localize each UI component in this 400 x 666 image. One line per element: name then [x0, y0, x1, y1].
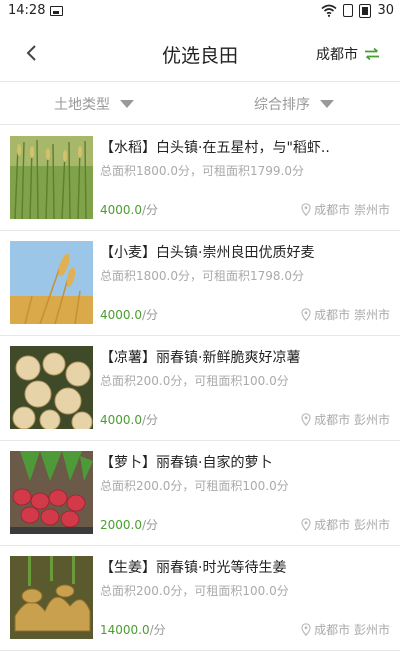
image-notification-icon — [50, 6, 63, 16]
item-title: 【萝卜】丽春镇·自家的萝卜 — [100, 452, 392, 472]
filter-bar: 土地类型 综合排序 — [0, 83, 400, 125]
price-value: 2000.0 — [100, 518, 142, 532]
location-pin-icon — [301, 308, 311, 321]
item-name: 白头镇·在五星村，与"稻虾.. — [156, 140, 330, 156]
item-area: 总面积200.0分，可租面积100.0分 — [100, 479, 289, 493]
price-value: 4000.0 — [100, 413, 142, 427]
land-type-label: 土地类型 — [54, 97, 110, 113]
location-text: 成都市 崇州市 — [314, 203, 390, 217]
farmland-list: 【水稻】白头镇·在五星村，与"稻虾.. 总面积1800.0分，可租面积1799.… — [0, 126, 400, 651]
item-area: 总面积200.0分，可租面积100.0分 — [100, 584, 289, 598]
location-text: 成都市 彭州市 — [314, 518, 390, 532]
item-location: 成都市 崇州市 — [301, 201, 390, 218]
item-tag: 【水稻】 — [100, 140, 156, 156]
item-title: 【生姜】丽春镇·时光等待生姜 — [100, 557, 392, 577]
sim-icon — [343, 4, 354, 17]
item-location: 成都市 彭州市 — [301, 621, 390, 638]
rice-field-image — [10, 136, 93, 219]
wifi-icon — [321, 4, 337, 17]
swap-arrows-icon — [365, 47, 379, 61]
location-text: 成都市 彭州市 — [314, 623, 390, 637]
location-pin-icon — [301, 623, 311, 636]
item-tag: 【生姜】 — [100, 560, 156, 576]
wheat-image — [10, 241, 93, 324]
item-price: 4000.0/分 — [100, 306, 158, 323]
price-value: 4000.0 — [100, 308, 142, 322]
item-price: 14000.0/分 — [100, 621, 166, 638]
status-right: 30 — [321, 3, 394, 18]
list-item[interactable]: 【凉薯】丽春镇·新鲜脆爽好凉薯 总面积200.0分，可租面积100.0分 400… — [0, 336, 400, 441]
caret-down-icon — [320, 100, 334, 108]
item-area: 总面积200.0分，可租面积100.0分 — [100, 374, 289, 388]
jicama-image — [10, 346, 93, 429]
city-label: 成都市 — [316, 47, 358, 63]
item-price: 2000.0/分 — [100, 516, 158, 533]
price-unit: /分 — [142, 308, 159, 322]
item-name: 丽春镇·时光等待生姜 — [156, 560, 287, 576]
item-location: 成都市 彭州市 — [301, 411, 390, 428]
location-pin-icon — [301, 518, 311, 531]
location-pin-icon — [301, 203, 311, 216]
price-unit: /分 — [142, 203, 159, 217]
status-time: 14:28 — [8, 3, 46, 18]
item-price: 4000.0/分 — [100, 201, 158, 218]
location-text: 成都市 崇州市 — [314, 308, 390, 322]
price-unit: /分 — [142, 518, 159, 532]
item-title: 【小麦】白头镇·崇州良田优质好麦 — [100, 242, 392, 262]
item-tag: 【萝卜】 — [100, 455, 156, 471]
item-location: 成都市 彭州市 — [301, 516, 390, 533]
item-title: 【凉薯】丽春镇·新鲜脆爽好凉薯 — [100, 347, 392, 367]
sort-label: 综合排序 — [254, 97, 310, 113]
list-item[interactable]: 【水稻】白头镇·在五星村，与"稻虾.. 总面积1800.0分，可租面积1799.… — [0, 126, 400, 231]
item-price: 4000.0/分 — [100, 411, 158, 428]
status-bar: 14:28 30 — [0, 0, 400, 24]
location-pin-icon — [301, 413, 311, 426]
list-item[interactable]: 【生姜】丽春镇·时光等待生姜 总面积200.0分，可租面积100.0分 1400… — [0, 546, 400, 651]
price-unit: /分 — [149, 623, 166, 637]
city-selector[interactable]: 成都市 — [316, 44, 380, 64]
price-value: 4000.0 — [100, 203, 142, 217]
battery-level: 30 — [377, 3, 394, 18]
location-text: 成都市 彭州市 — [314, 413, 390, 427]
nav-bar: 优选良田 成都市 — [0, 24, 400, 82]
price-value: 14000.0 — [100, 623, 150, 637]
item-name: 丽春镇·自家的萝卜 — [156, 455, 273, 471]
radish-image — [10, 451, 93, 534]
price-unit: /分 — [142, 413, 159, 427]
list-item[interactable]: 【萝卜】丽春镇·自家的萝卜 总面积200.0分，可租面积100.0分 2000.… — [0, 441, 400, 546]
caret-down-icon — [120, 100, 134, 108]
sort-filter[interactable]: 综合排序 — [254, 94, 334, 114]
land-type-filter[interactable]: 土地类型 — [54, 94, 134, 114]
ginger-image — [10, 556, 93, 639]
item-name: 丽春镇·新鲜脆爽好凉薯 — [156, 350, 301, 366]
item-name: 白头镇·崇州良田优质好麦 — [156, 245, 315, 261]
item-title: 【水稻】白头镇·在五星村，与"稻虾.. — [100, 137, 392, 157]
item-area: 总面积1800.0分，可租面积1798.0分 — [100, 269, 304, 283]
list-item[interactable]: 【小麦】白头镇·崇州良田优质好麦 总面积1800.0分，可租面积1798.0分 … — [0, 231, 400, 336]
item-tag: 【凉薯】 — [100, 350, 156, 366]
item-tag: 【小麦】 — [100, 245, 156, 261]
battery-icon — [359, 3, 372, 18]
item-location: 成都市 崇州市 — [301, 306, 390, 323]
item-area: 总面积1800.0分，可租面积1799.0分 — [100, 164, 304, 178]
